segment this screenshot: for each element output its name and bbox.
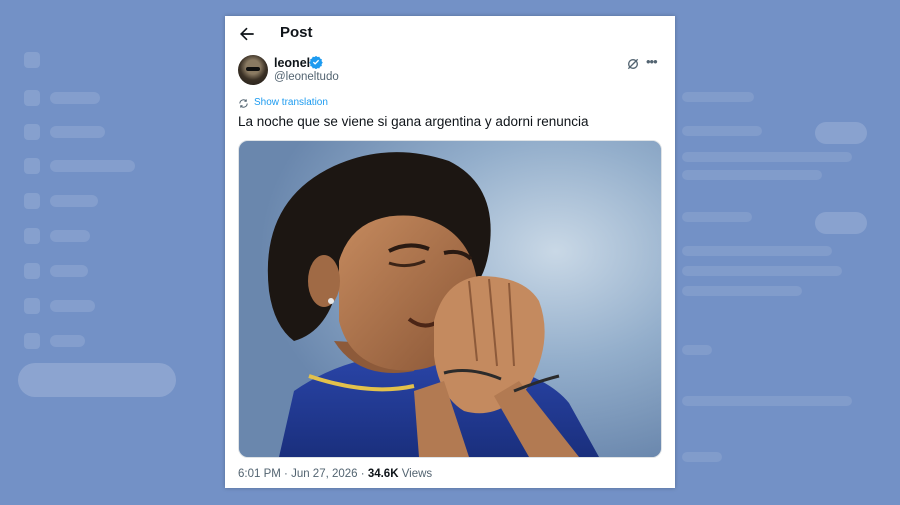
author-handle[interactable]: @leoneltudo <box>274 71 339 83</box>
grok-icon[interactable] <box>625 56 641 72</box>
background-nav-label <box>50 265 88 277</box>
views-count: 34.6K <box>367 468 399 480</box>
background-nav-label <box>50 230 90 242</box>
post-meta: 6:01 PM · Jun 27, 2026 · 34.6K Views <box>238 468 432 480</box>
background-nav-label <box>50 160 135 172</box>
page-title: Post <box>280 24 313 41</box>
background-panel-line <box>682 266 842 276</box>
background-nav-icon <box>24 124 40 140</box>
tweet-text: La noche que se viene si gana argentina … <box>238 114 589 129</box>
background-panel-line <box>682 212 752 222</box>
translate-icon[interactable] <box>238 98 249 109</box>
author-name[interactable]: leonel <box>274 56 310 70</box>
background-nav-icon <box>24 193 40 209</box>
background-nav-icon <box>24 90 40 106</box>
background-nav-icon <box>24 158 40 174</box>
background-nav-label <box>50 195 98 207</box>
tweet-media-image[interactable] <box>238 140 662 458</box>
background-nav-label <box>50 335 85 347</box>
background-follow-button <box>815 212 867 234</box>
background-nav-icon <box>24 263 40 279</box>
post-date[interactable]: Jun 27, 2026 <box>291 468 358 480</box>
background-panel-line <box>682 396 852 406</box>
background-panel-heading <box>682 345 712 355</box>
background-panel-line <box>682 152 852 162</box>
photo-crying-man <box>239 141 661 457</box>
background-panel-line <box>682 170 822 180</box>
avatar[interactable] <box>238 55 268 85</box>
background-panel-heading <box>682 92 754 102</box>
background-panel-line <box>682 126 762 136</box>
more-horizontal-icon[interactable]: ••• <box>646 54 660 70</box>
views-label: Views <box>398 468 433 480</box>
meta-separator: · <box>280 468 292 480</box>
background-nav-label <box>50 92 100 104</box>
post-header: Post <box>225 16 675 52</box>
background-logo <box>24 52 40 68</box>
avatar-sunglasses <box>246 67 260 71</box>
background-nav-label <box>50 300 95 312</box>
background-nav-icon <box>24 228 40 244</box>
background-follow-button <box>815 122 867 144</box>
background-nav-label <box>50 126 105 138</box>
background-panel-line <box>682 246 832 256</box>
post-card: Post leonel @leoneltudo ••• Show transla… <box>225 16 675 488</box>
arrow-left-icon[interactable] <box>237 24 257 44</box>
background-panel-line <box>682 452 722 462</box>
background-panel-line <box>682 286 802 296</box>
post-time[interactable]: 6:01 PM <box>238 468 281 480</box>
background-sidebar <box>0 0 215 505</box>
verified-badge-icon <box>309 55 323 69</box>
background-nav-icon <box>24 333 40 349</box>
meta-separator: · <box>357 468 368 480</box>
show-translation-link[interactable]: Show translation <box>254 97 328 108</box>
background-post-button <box>18 363 176 397</box>
background-nav-icon <box>24 298 40 314</box>
